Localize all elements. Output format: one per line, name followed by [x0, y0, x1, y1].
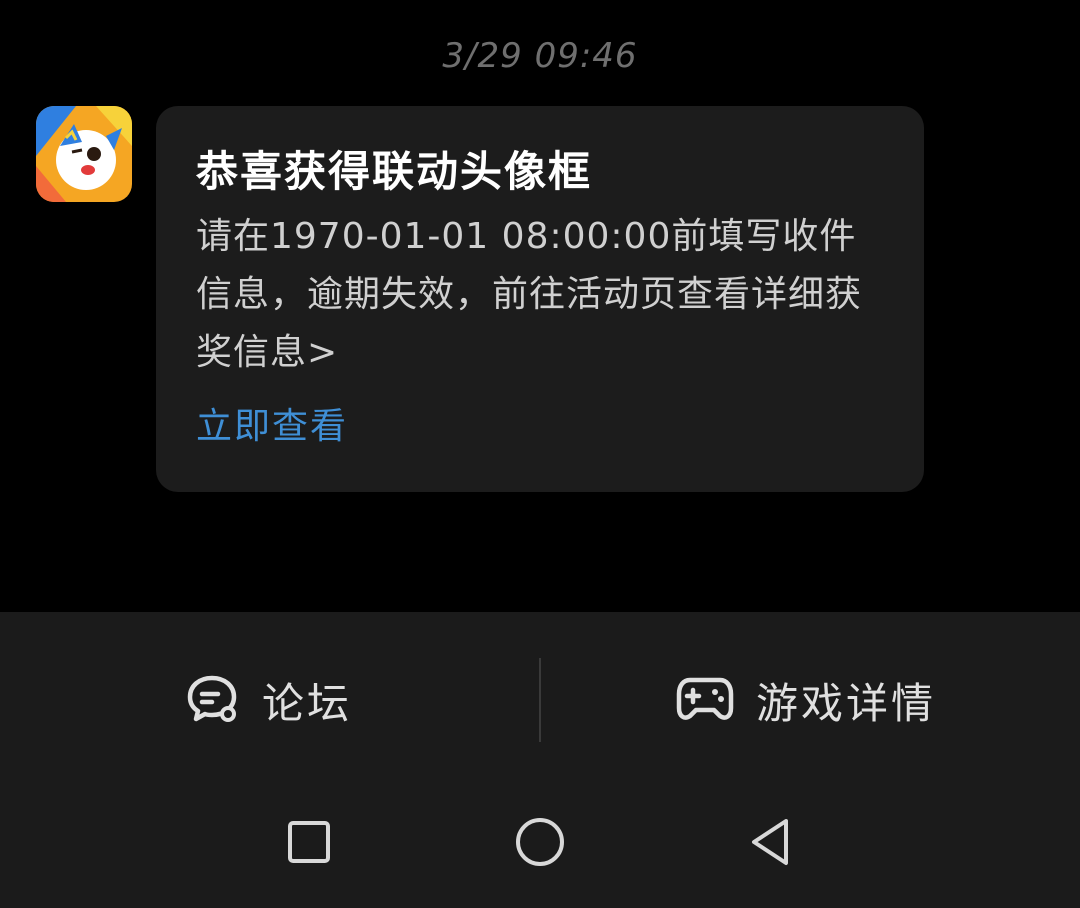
home-button[interactable]: [510, 814, 570, 874]
gamepad-icon: [676, 670, 734, 730]
forum-button[interactable]: 论坛: [184, 656, 352, 744]
circle-icon: [514, 816, 566, 872]
recents-button[interactable]: [279, 814, 339, 874]
view-now-link[interactable]: 立即查看: [196, 398, 348, 456]
game-details-label: 游戏详情: [756, 678, 937, 728]
game-details-button[interactable]: 游戏详情: [676, 656, 936, 744]
bottom-action-bar: 论坛 游戏详情: [0, 612, 1080, 788]
square-icon: [285, 818, 333, 870]
app-avatar-icon[interactable]: [36, 106, 132, 202]
forum-label: 论坛: [262, 678, 353, 728]
system-navigation-bar: [0, 788, 1080, 908]
message-body[interactable]: 请在1970-01-01 08:00:00前填写收件信息，逾期失效，前往活动页查…: [196, 208, 886, 382]
bar-divider: [539, 658, 541, 742]
back-button[interactable]: [740, 814, 800, 874]
message-card[interactable]: 恭喜获得联动头像框 请在1970-01-01 08:00:00前填写收件信息，逾…: [156, 106, 924, 492]
chat-bubble-icon: [184, 670, 240, 730]
message-timestamp: 3/29 09:46: [442, 36, 638, 76]
message-title: 恭喜获得联动头像框: [196, 147, 593, 196]
triangle-back-icon: [746, 816, 794, 872]
